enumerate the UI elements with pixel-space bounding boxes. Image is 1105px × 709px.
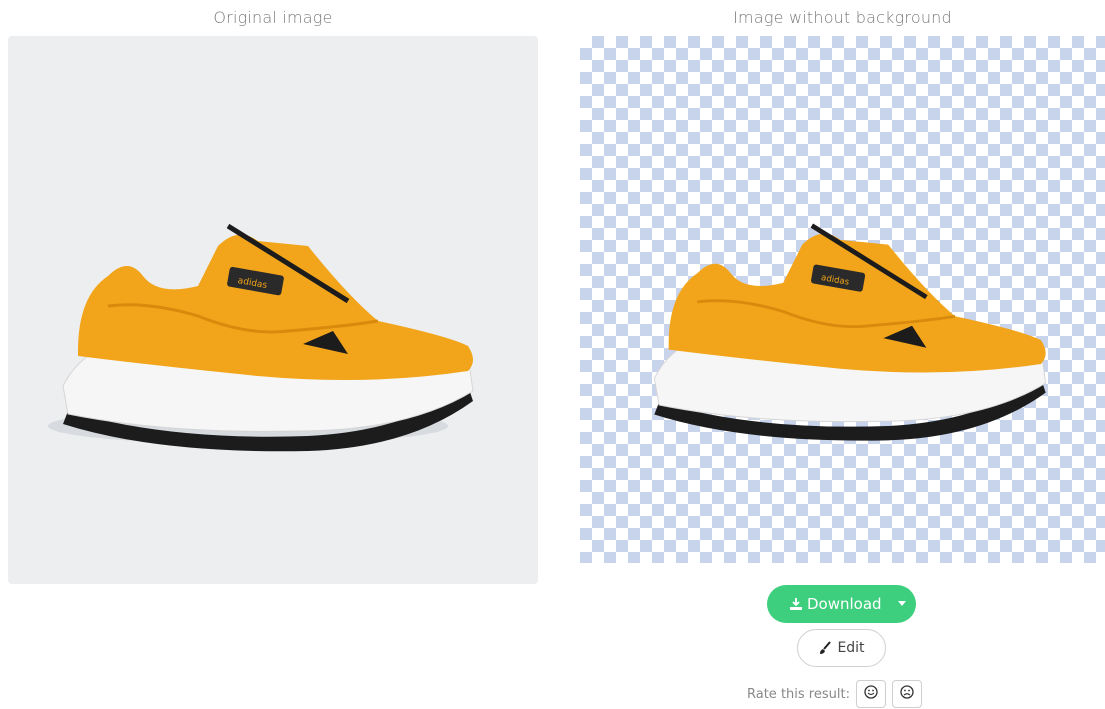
brush-icon	[818, 641, 832, 655]
smile-icon	[864, 685, 878, 703]
original-image-panel: adidas	[8, 36, 538, 584]
edit-button[interactable]: Edit	[797, 629, 886, 667]
result-image-title: Image without background	[733, 8, 952, 27]
sneaker-image: adidas	[653, 223, 1047, 441]
chevron-down-icon[interactable]	[898, 601, 906, 606]
rate-happy-button[interactable]	[855, 680, 886, 708]
sneaker-image: adidas	[48, 223, 474, 452]
rate-label: Rate this result:	[747, 686, 850, 702]
rate-sad-button[interactable]	[891, 680, 922, 708]
frown-icon	[900, 685, 914, 703]
download-button[interactable]: Download	[767, 585, 916, 623]
download-label: Download	[807, 595, 882, 613]
edit-label: Edit	[837, 640, 865, 656]
original-image-title: Original image	[213, 8, 333, 27]
result-image-panel: adidas	[580, 36, 1105, 563]
download-icon	[789, 597, 803, 611]
